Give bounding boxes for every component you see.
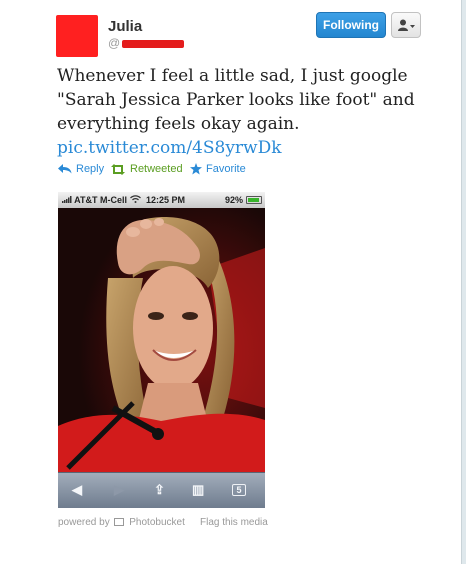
redaction-mark [122, 39, 185, 48]
retweeted-label: Retweeted [130, 163, 183, 175]
user-handle[interactable]: @ [108, 36, 185, 50]
carrier-text: AT&T M-Cell [74, 195, 127, 205]
reply-button[interactable]: Reply [58, 163, 104, 175]
star-icon [190, 163, 202, 175]
media-link[interactable]: pic.twitter.com/4S8yrwDk [57, 136, 452, 160]
powered-by-label: powered by [58, 517, 110, 528]
media-footer: powered by Photobucket Flag this media [58, 517, 268, 528]
phone-time: 12:25 PM [146, 195, 186, 205]
handle-prefix: @ [108, 36, 121, 50]
retweet-button[interactable]: Retweeted [110, 163, 183, 175]
carrier-label: AT&T M-Cell [62, 195, 141, 205]
user-dropdown-icon [398, 19, 415, 31]
tweet-card: Julia @ Following Whenever I feel a litt… [0, 0, 462, 564]
browser-toolbar: ◀ ▶ ⇪ ▥ 5 [58, 472, 265, 508]
avatar[interactable] [56, 15, 98, 57]
retweet-icon [111, 163, 125, 175]
forward-icon[interactable]: ▶ [114, 482, 124, 498]
following-button[interactable]: Following [316, 12, 386, 38]
signal-icon [62, 196, 72, 203]
photo [58, 208, 265, 472]
share-icon[interactable]: ⇪ [154, 482, 165, 498]
back-icon[interactable]: ◀ [72, 482, 82, 498]
user-actions-button[interactable] [391, 12, 421, 38]
reply-label: Reply [76, 163, 105, 175]
favorite-button[interactable]: Favorite [190, 163, 246, 175]
media-preview[interactable]: AT&T M-Cell 12:25 PM 92% ◀ ▶ ⇪ ▥ 5 [58, 192, 265, 508]
user-name[interactable]: Julia [108, 18, 142, 35]
tweet-text: Whenever I feel a little sad, I just goo… [57, 64, 452, 160]
reply-icon [58, 164, 72, 174]
wifi-icon [129, 195, 141, 203]
phone-status-bar: AT&T M-Cell 12:25 PM 92% [58, 192, 265, 208]
flag-media-link[interactable]: Flag this media [200, 517, 268, 528]
photobucket-link[interactable]: Photobucket [129, 517, 185, 528]
bookmarks-icon[interactable]: ▥ [192, 482, 204, 498]
battery-icon [246, 196, 262, 204]
battery-percent: 92% [224, 195, 243, 205]
favorite-label: Favorite [206, 163, 246, 175]
tabs-icon[interactable]: 5 [232, 484, 246, 496]
photobucket-icon [114, 518, 125, 526]
tweet-body: Whenever I feel a little sad, I just goo… [57, 66, 415, 134]
photo-image [58, 208, 265, 472]
